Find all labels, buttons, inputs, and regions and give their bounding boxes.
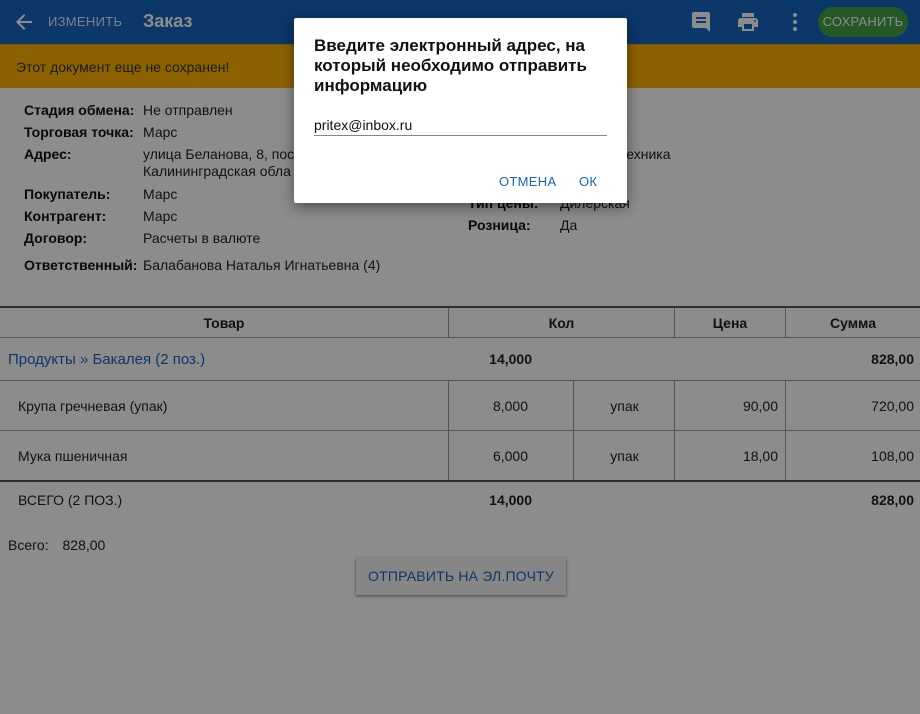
email-field[interactable] — [314, 114, 607, 136]
email-dialog: Введите электронный адрес, на который не… — [294, 18, 627, 203]
cancel-button[interactable]: ОТМЕНА — [499, 174, 556, 189]
ok-button[interactable]: ОК — [579, 174, 597, 189]
dialog-title: Введите электронный адрес, на который не… — [314, 36, 587, 95]
